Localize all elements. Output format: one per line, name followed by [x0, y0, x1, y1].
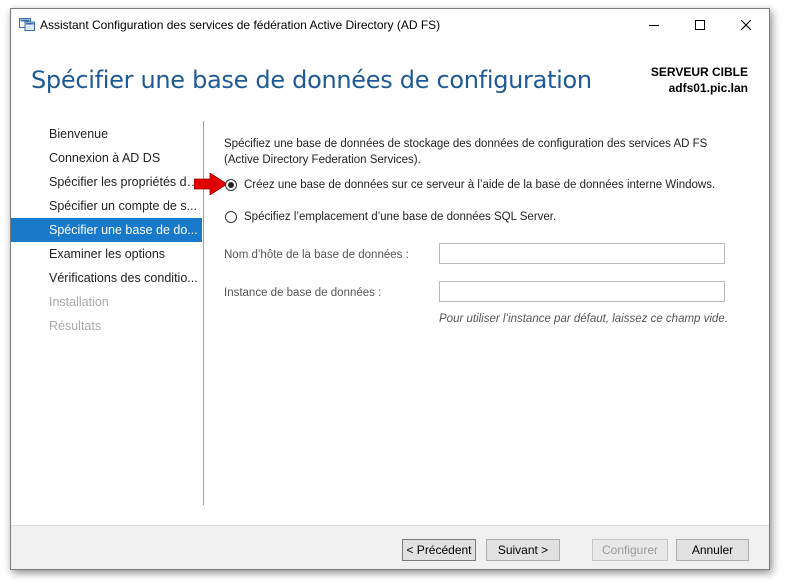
- target-server-label: SERVEUR CIBLE: [650, 65, 748, 79]
- radio-sql-server[interactable]: [225, 211, 237, 223]
- close-button[interactable]: [723, 9, 769, 40]
- window-title: Assistant Configuration des services de …: [40, 18, 441, 32]
- wizard-steps-nav: Bienvenue Connexion à AD DS Spécifier le…: [11, 122, 202, 338]
- configure-button: Configurer: [592, 539, 668, 561]
- db-host-input[interactable]: [439, 243, 725, 264]
- instance-hint-text: Pour utiliser l’instance par défaut, lai…: [439, 313, 728, 325]
- maximize-icon: [695, 19, 705, 30]
- db-instance-input[interactable]: [439, 281, 725, 302]
- db-instance-label: Instance de base de données :: [224, 287, 382, 299]
- nav-item-installation: Installation: [49, 295, 109, 309]
- nav-item-verifications[interactable]: Vérifications des conditio...: [11, 266, 202, 290]
- nav-item-proprietes-service[interactable]: Spécifier les propriétés de...: [11, 170, 202, 194]
- title-bar[interactable]: Assistant Configuration des services de …: [11, 9, 769, 40]
- nav-item-connexion-ad-ds[interactable]: Connexion à AD DS: [11, 146, 202, 170]
- description-text: Spécifiez une base de données de stockag…: [224, 138, 708, 166]
- nav-item-resultats: Résultats: [49, 319, 102, 333]
- next-button[interactable]: Suivant >: [486, 539, 560, 561]
- nav-item-examiner-options[interactable]: Examiner les options: [11, 242, 202, 266]
- close-icon: [741, 19, 751, 30]
- nav-item-bienvenue[interactable]: Bienvenue: [11, 122, 202, 146]
- minimize-button[interactable]: [631, 9, 677, 40]
- server-manager-icon: [19, 18, 35, 31]
- target-server-name: adfs01.pic.lan: [668, 81, 748, 95]
- red-arrow-pointer-icon: [194, 173, 228, 195]
- radio-sql-server-label[interactable]: Spécifiez l’emplacement d’une base de do…: [244, 211, 556, 223]
- wizard-window: Assistant Configuration des services de …: [10, 8, 770, 570]
- radio-sql-server-option[interactable]: Spécifiez l’emplacement d’une base de do…: [225, 211, 556, 223]
- db-host-label: Nom d’hôte de la base de données :: [224, 249, 409, 261]
- page-title: Spécifier une base de données de configu…: [31, 66, 592, 94]
- cancel-button[interactable]: Annuler: [676, 539, 749, 561]
- radio-internal-db[interactable]: [225, 179, 237, 191]
- nav-item-base-de-donnees[interactable]: Spécifier une base de do...: [11, 218, 202, 242]
- maximize-button[interactable]: [677, 9, 723, 40]
- content-panel: Spécifiez une base de données de stockag…: [224, 136, 744, 168]
- radio-internal-db-option[interactable]: Créez une base de données sur ce serveur…: [225, 179, 715, 191]
- radio-internal-db-label[interactable]: Créez une base de données sur ce serveur…: [244, 179, 715, 191]
- minimize-icon: [649, 24, 659, 26]
- previous-button[interactable]: < Précédent: [402, 539, 476, 561]
- nav-item-compte-service[interactable]: Spécifier un compte de s...: [11, 194, 202, 218]
